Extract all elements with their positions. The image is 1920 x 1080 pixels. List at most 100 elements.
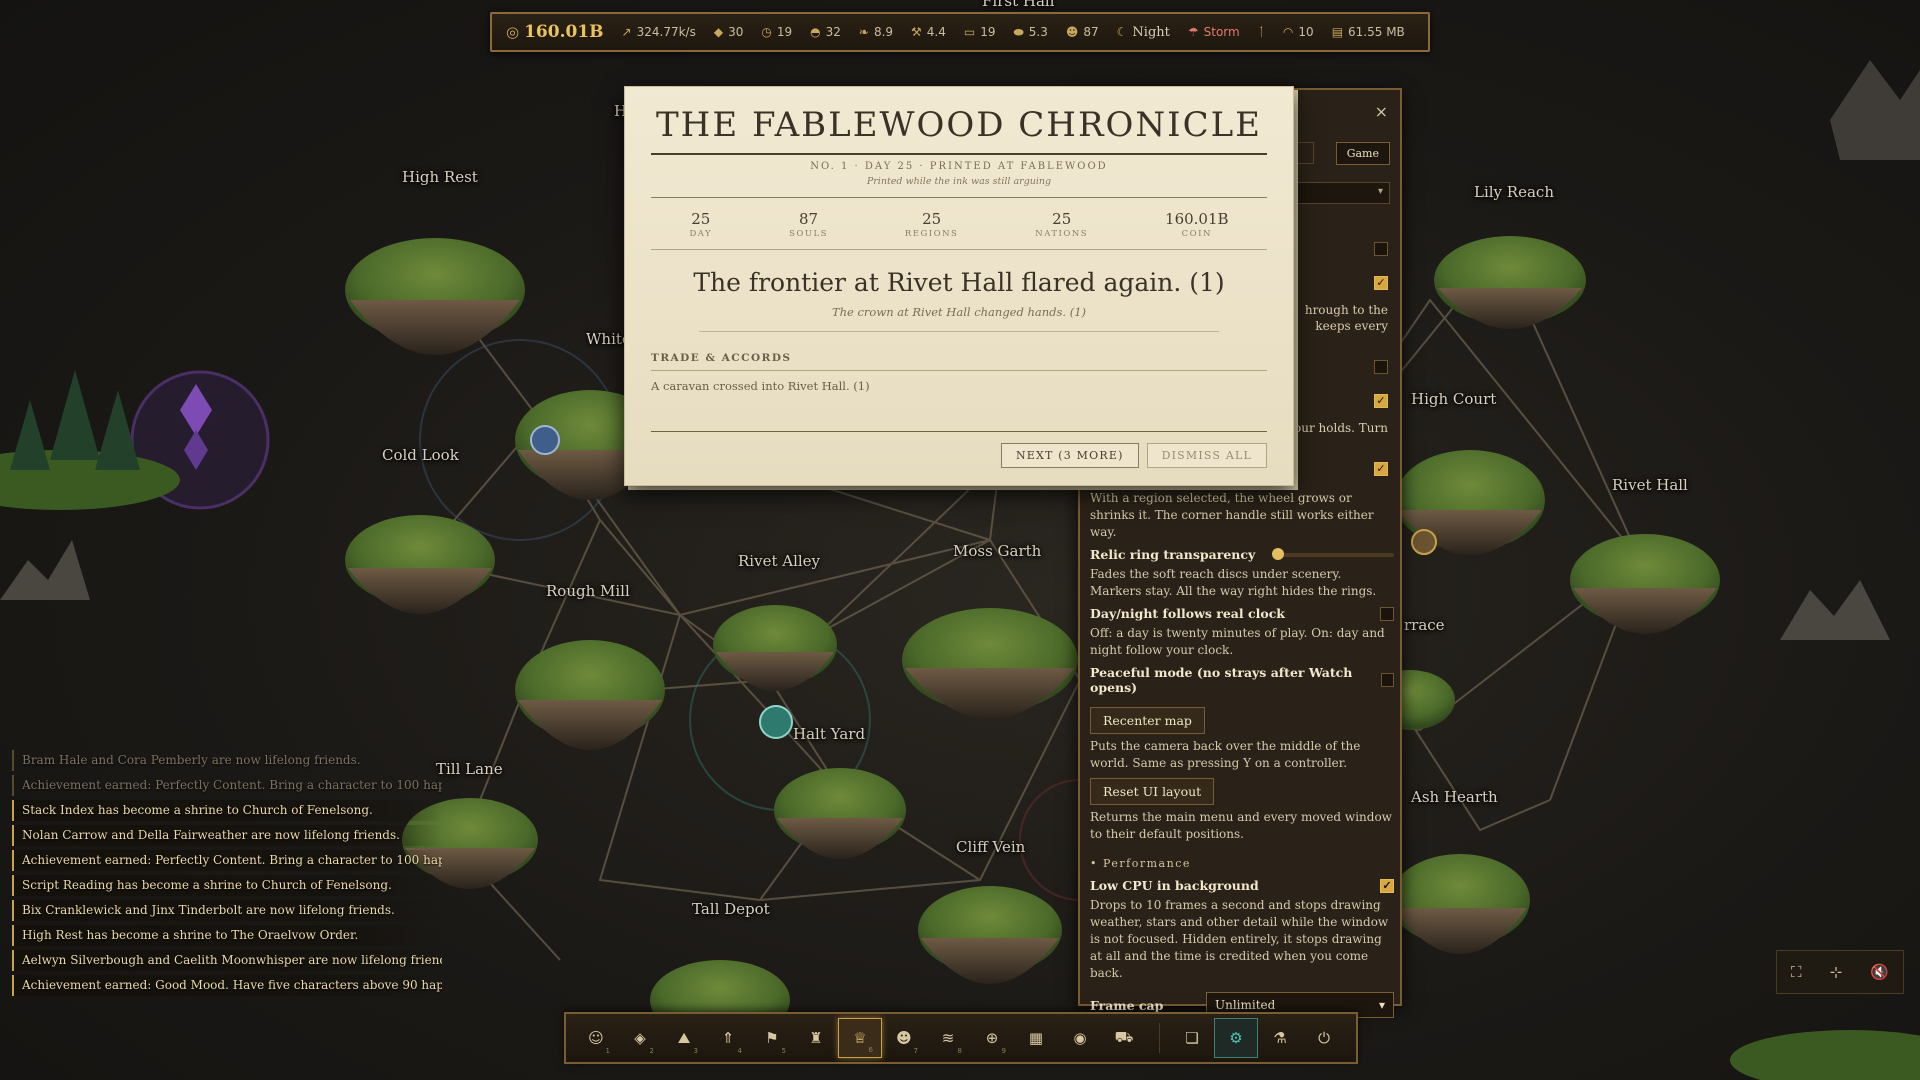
- setting-desc-fragment-1: hrough to the: [1304, 303, 1388, 317]
- chronicle-stats: 25 DAY 87 SOULS 25 REGIONS 25 NATIONS 160.01…: [651, 210, 1267, 250]
- toolbar-power-button[interactable]: ⏻: [1302, 1018, 1346, 1058]
- resource-bar: ◎ 160.01B ↗ 324.77k/s ◆ 30 ◷ 19 ◓ 32 ❧ 8.9 ⚒ 4.…: [490, 12, 1430, 52]
- hotkey-hint: 5: [781, 1047, 786, 1055]
- stat-weather[interactable]: ☂ Storm: [1188, 25, 1240, 39]
- stat-tools[interactable]: ⚒ 4.4: [911, 25, 946, 39]
- camera-controls: ⛶ ⊹ 🔇: [1776, 950, 1904, 994]
- toolbar-characters-button[interactable]: ☺ 1: [574, 1018, 618, 1058]
- recenter-map-button[interactable]: Recenter map: [1090, 707, 1205, 734]
- stat-time[interactable]: ◷ 19: [761, 25, 792, 39]
- toolbar-trophy-button[interactable]: ♕ 6: [838, 1018, 882, 1058]
- daynight-label: Day/night follows real clock: [1090, 606, 1285, 621]
- performance-section-header[interactable]: • Performance: [1090, 857, 1394, 870]
- stat-housing[interactable]: ◓ 32: [810, 25, 841, 39]
- event-log: Bram Hale and Cora Pemberly are now life…: [12, 750, 442, 1000]
- stat-speed[interactable]: ◠ 10: [1283, 25, 1314, 39]
- tower-icon: ♜: [809, 1029, 823, 1047]
- trend-up-icon: ↗: [621, 25, 632, 39]
- setting-checkbox-3[interactable]: [1374, 360, 1388, 374]
- stat-memory[interactable]: ▤ 61.55 MB: [1332, 25, 1405, 39]
- reset-ui-layout-button[interactable]: Reset UI layout: [1090, 778, 1215, 805]
- stat-torch[interactable]: ᛙ: [1258, 25, 1265, 39]
- toolbar-population-button[interactable]: ☻ 7: [882, 1018, 926, 1058]
- region-label-high-rest[interactable]: High Rest: [402, 168, 478, 186]
- toolbar-terrain-button[interactable]: ⛰ 3: [662, 1018, 706, 1058]
- stat-storage[interactable]: ⬬ 5.3: [1014, 25, 1048, 40]
- region-label-cold-look[interactable]: Cold Look: [382, 446, 459, 464]
- log-entry: Aelwyn Silverbough and Caelith Moonwhisp…: [12, 950, 442, 971]
- setting-checkbox-2[interactable]: ✓: [1374, 276, 1388, 290]
- toolbar-book-button[interactable]: ❏: [1170, 1018, 1214, 1058]
- leaf-icon: ❧: [858, 25, 869, 39]
- recenter-icon[interactable]: ⊹: [1830, 963, 1843, 981]
- low-cpu-checkbox[interactable]: ✓: [1380, 878, 1394, 893]
- dismiss-all-button[interactable]: DISMISS ALL: [1146, 443, 1267, 468]
- stat-gems[interactable]: ◆ 30: [714, 25, 744, 39]
- log-entry: Nolan Carrow and Della Fairweather are n…: [12, 825, 442, 846]
- toolbar-carriage-button[interactable]: ⛟: [1102, 1018, 1146, 1058]
- region-label-moss-garth[interactable]: Moss Garth: [953, 542, 1041, 560]
- stat-population[interactable]: ☻ 87: [1066, 25, 1099, 39]
- chronicle-actions: NEXT (3 MORE) DISMISS ALL: [1000, 443, 1267, 468]
- next-button[interactable]: NEXT (3 MORE): [1000, 443, 1139, 468]
- region-label-cliff-vein[interactable]: Cliff Vein: [956, 838, 1025, 856]
- toolbar-eye-button[interactable]: ◉: [1058, 1018, 1102, 1058]
- power-icon: ⏻: [1318, 1029, 1330, 1047]
- relic-ring-slider[interactable]: [1272, 547, 1394, 560]
- region-label-tall-depot[interactable]: Tall Depot: [692, 900, 770, 918]
- toolbar-tower-button[interactable]: ♜: [794, 1018, 838, 1058]
- stat-coin[interactable]: ◎ 160.01B: [506, 22, 604, 42]
- hotkey-hint: 3: [693, 1047, 698, 1055]
- ledger-icon: ▦: [1028, 1029, 1044, 1047]
- region-label-rough-mill[interactable]: Rough Mill: [546, 582, 630, 600]
- trophy-icon: ♕: [853, 1029, 867, 1047]
- region-label-first-hall[interactable]: First Hall: [982, 0, 1055, 10]
- storm-icon: ☂: [1187, 25, 1199, 39]
- stat-cargo[interactable]: ▭ 19: [964, 25, 996, 39]
- globe-icon: ⊕: [985, 1029, 999, 1047]
- relic-ring-slider-knob[interactable]: [1272, 547, 1284, 560]
- low-cpu-row: Low CPU in background ✓: [1090, 878, 1394, 893]
- region-label-rivet-alley[interactable]: Rivet Alley: [738, 552, 820, 570]
- toolbar-resources-button[interactable]: ◈ 2: [618, 1018, 662, 1058]
- toolbar-flask-button[interactable]: ⚗: [1258, 1018, 1302, 1058]
- toolbar-layers-button[interactable]: ≋ 8: [926, 1018, 970, 1058]
- actions-rule: [651, 431, 1267, 432]
- daynight-checkbox[interactable]: [1380, 606, 1394, 621]
- settings-dropdown-partial[interactable]: ▾: [1290, 182, 1390, 204]
- region-label-till-lane[interactable]: Till Lane: [436, 760, 503, 778]
- peaceful-checkbox[interactable]: [1380, 673, 1394, 687]
- toolbar-globe-button[interactable]: ⊕ 9: [970, 1018, 1014, 1058]
- region-label-terrace[interactable]: rrace: [1404, 616, 1445, 634]
- peaceful-row: Peaceful mode (no strays after Watch ope…: [1090, 665, 1394, 695]
- flask-icon: ⚗: [1273, 1029, 1287, 1047]
- stat-leaf[interactable]: ❧ 8.9: [859, 25, 893, 39]
- region-label-rivet-hall[interactable]: Rivet Hall: [1612, 476, 1688, 494]
- crate-icon: ▭: [963, 25, 976, 39]
- toolbar-ledger-button[interactable]: ▦: [1014, 1018, 1058, 1058]
- setting-desc-fragment-3: lour holds. Turn: [1290, 421, 1388, 435]
- region-label-halt-yard[interactable]: Halt Yard: [793, 725, 865, 743]
- tab-game[interactable]: Game: [1335, 142, 1390, 165]
- setting-checkbox-5[interactable]: ✓: [1374, 462, 1388, 476]
- fullscreen-icon[interactable]: ⛶: [1791, 963, 1802, 981]
- toolbar-gear-button[interactable]: ⚙: [1214, 1018, 1258, 1058]
- toolbar-flag-button[interactable]: ⚑ 5: [750, 1018, 794, 1058]
- toolbar-upgrades-button[interactable]: ⇑ 4: [706, 1018, 750, 1058]
- book-icon: ❏: [1185, 1029, 1199, 1047]
- region-label-lily-reach[interactable]: Lily Reach: [1474, 183, 1554, 201]
- region-label-ash-hearth[interactable]: Ash Hearth: [1411, 788, 1498, 806]
- setting-checkbox-1[interactable]: [1374, 242, 1388, 256]
- chevron-down-icon: ▾: [1378, 998, 1385, 1012]
- setting-checkbox-4[interactable]: ✓: [1374, 394, 1388, 408]
- stat-income-rate[interactable]: ↗ 324.77k/s: [622, 25, 696, 39]
- stat-time-of-day[interactable]: ☾ Night: [1117, 25, 1170, 40]
- mute-icon[interactable]: 🔇: [1870, 963, 1889, 981]
- low-cpu-label: Low CPU in background: [1090, 878, 1259, 893]
- region-label-high-court[interactable]: High Court: [1411, 390, 1496, 408]
- settings-list: With a region selected, the wheel grows …: [1090, 490, 1394, 1022]
- close-icon[interactable]: ×: [1375, 102, 1388, 121]
- layers-icon: ≋: [941, 1029, 955, 1047]
- chronicle-headline: The frontier at Rivet Hall flared again.…: [693, 268, 1225, 297]
- log-entry: Bix Cranklewick and Jinx Tinderbolt are …: [12, 900, 442, 921]
